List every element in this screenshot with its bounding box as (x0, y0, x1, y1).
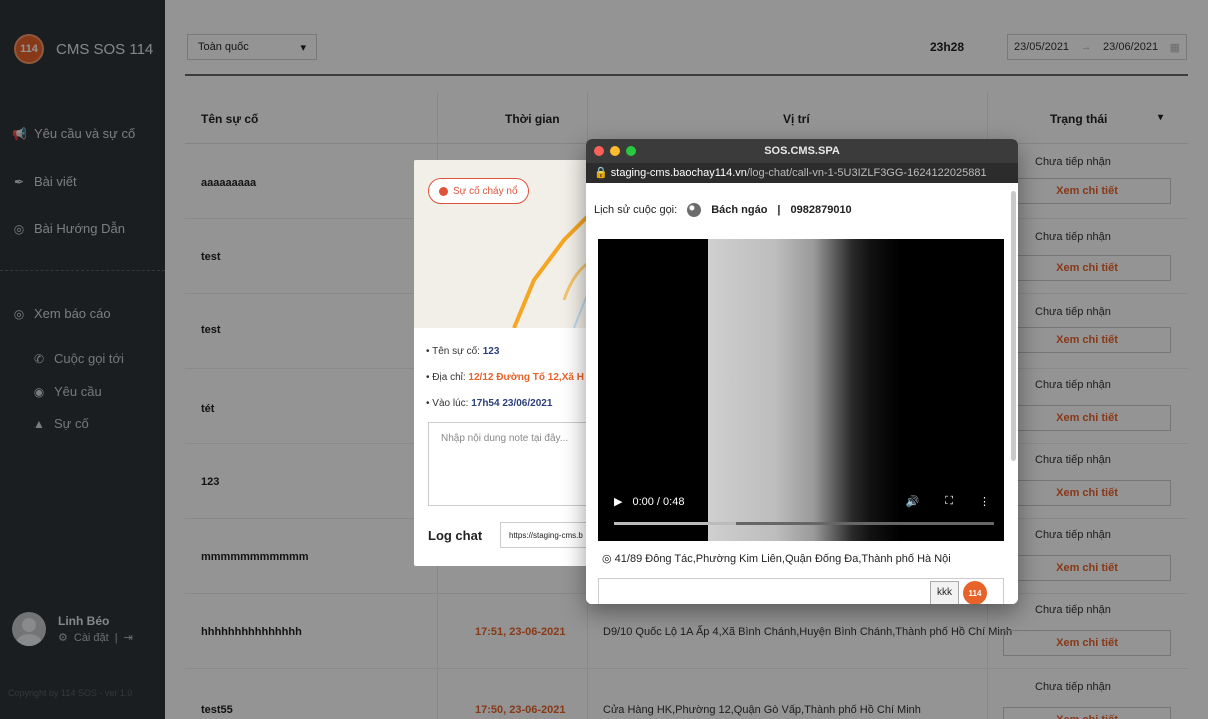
location-pin-icon: ◎ (602, 553, 612, 565)
call-location-text: 41/89 Đông Tác,Phường Kim Liên,Quận Đống… (614, 553, 951, 565)
call-location: ◎ 41/89 Đông Tác,Phường Kim Liên,Quận Đố… (602, 552, 951, 565)
incident-time-row: • Vào lúc: 17h54 23/06/2021 (426, 398, 553, 409)
log-chat-browser-window: SOS.CMS.SPA 🔒 staging-cms.baochay114.vn/… (586, 139, 1018, 604)
incident-time-value: 17h54 23/06/2021 (471, 398, 553, 409)
maximize-window-button[interactable] (626, 146, 636, 156)
volume-icon[interactable]: 🔊 (906, 495, 920, 508)
note-textarea[interactable]: Nhập nội dung note tại đây... (428, 422, 596, 506)
incident-type-tag: Sự cố cháy nổ (428, 178, 529, 204)
incident-name-row: • Tên sự cố: 123 (426, 346, 500, 357)
close-window-button[interactable] (594, 146, 604, 156)
window-body: Lịch sử cuộc gọi: Bách ngáo | 0982879010… (586, 183, 1018, 604)
incident-map[interactable]: Sự cố cháy nổ (414, 160, 604, 329)
scrollbar[interactable] (1011, 191, 1016, 461)
more-options-icon[interactable]: ⋮ (979, 495, 990, 508)
window-title-bar[interactable]: SOS.CMS.SPA (586, 139, 1018, 163)
minimize-window-button[interactable] (610, 146, 620, 156)
video-progress-bar[interactable] (614, 522, 994, 525)
call-history-label: Lịch sử cuộc gọi: (594, 204, 678, 216)
send-button[interactable]: kkk (930, 581, 959, 604)
video-progress-fill (614, 522, 736, 525)
play-icon[interactable]: ▶ (614, 495, 622, 508)
window-title: SOS.CMS.SPA (764, 145, 840, 157)
incident-time-label: Vào lúc: (432, 398, 469, 409)
lock-icon: 🔒 (594, 167, 608, 179)
fire-icon (439, 186, 448, 196)
chat-input[interactable]: kkk 114 (598, 578, 1004, 604)
video-time: 0:00 / 0:48 (632, 495, 685, 508)
url-path: /log-chat/call-vn-1-5U3IZLF3GG-162412202… (746, 167, 987, 179)
incident-type-label: Sự cố cháy nổ (453, 185, 518, 197)
call-history: Lịch sử cuộc gọi: Bách ngáo | 0982879010 (594, 203, 852, 217)
incident-address-value: 12/12 Đường Tố 12,Xã H (468, 372, 584, 383)
incident-detail-popup: Sự cố cháy nổ • Tên sự cố: 123 • Địa chỉ… (414, 160, 604, 566)
incident-address-label: Địa chỉ: (432, 372, 466, 383)
video-frame (708, 239, 900, 541)
url-host: staging-cms.baochay114.vn (610, 167, 747, 179)
video-player[interactable]: ▶ 0:00 / 0:48 🔊 ⛶ ⋮ (598, 239, 1004, 541)
fullscreen-icon[interactable]: ⛶ (945, 495, 953, 508)
log-chat-label: Log chat (428, 528, 483, 543)
url-bar[interactable]: 🔒 staging-cms.baochay114.vn/log-chat/cal… (586, 163, 1018, 183)
incident-address-row: • Địa chỉ: 12/12 Đường Tố 12,Xã H (426, 372, 584, 383)
separator: | (777, 204, 781, 216)
incident-name-value: 123 (482, 346, 500, 357)
caller-name: Bách ngáo (711, 204, 768, 216)
caller-phone: 0982879010 (790, 204, 852, 216)
incident-name-label: Tên sự cố: (432, 346, 480, 357)
caller-avatar-icon (687, 203, 702, 217)
sos-logo-icon: 114 (963, 581, 987, 604)
